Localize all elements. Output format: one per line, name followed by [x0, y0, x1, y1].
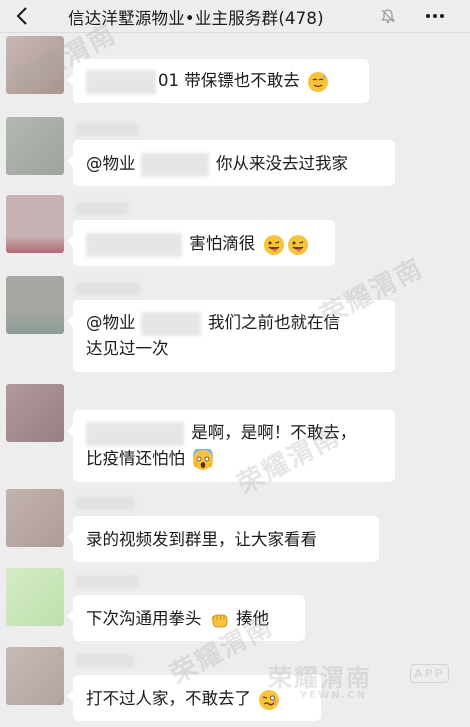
avatar[interactable]: [6, 117, 64, 175]
avatar[interactable]: [6, 276, 64, 334]
message-text: 你从来没去过我家: [216, 154, 348, 173]
message-text: 害怕滴很: [189, 234, 256, 253]
redacted-name: [86, 232, 182, 257]
redacted-name: [140, 152, 209, 177]
message-text: 我们之前也就在信: [208, 313, 340, 332]
avatar[interactable]: [6, 568, 64, 626]
wink-tongue-icon: [263, 234, 284, 255]
message-bubble[interactable]: 是啊，是啊！不敢去， 比疫情还怕怕: [67, 410, 395, 482]
message-bubble[interactable]: @物业 我们之前也就在信 达见过一次: [67, 300, 395, 372]
redacted-name: [86, 421, 184, 446]
sender-name: [76, 282, 140, 295]
wink-tongue-icon: [287, 234, 308, 255]
redacted-name: [140, 311, 201, 336]
mention-text: @物业: [86, 313, 136, 332]
back-arrow-icon[interactable]: [12, 5, 34, 27]
chat-header: 信达洋墅源物业•业主服务群(478): [0, 0, 470, 33]
avatar[interactable]: [6, 489, 64, 547]
sender-name: [76, 654, 134, 667]
message-bubble[interactable]: 01 带保镖也不敢去: [67, 59, 369, 103]
message-text: 录的视频发到群里，让大家看看: [86, 530, 317, 549]
mention-text: @物业: [86, 154, 136, 173]
sender-name: [76, 202, 128, 215]
message-text: 带保镖也不敢去: [184, 71, 300, 90]
message-text: 下次沟通用拳头: [86, 609, 202, 628]
sender-name: [76, 123, 138, 136]
redacted-name: [86, 69, 156, 94]
message-bubble[interactable]: 下次沟通用拳头 揍他: [67, 595, 305, 641]
screaming-face-icon: [193, 448, 214, 470]
avatar[interactable]: [6, 647, 64, 705]
message-bubble[interactable]: @物业 你从来没去过我家: [67, 140, 395, 186]
message-text: 打不过人家，不敢去了: [86, 689, 251, 708]
avatar[interactable]: [6, 195, 64, 253]
sender-name: [76, 575, 138, 588]
mute-bell-icon: [381, 9, 395, 24]
message-text: 01: [158, 71, 179, 90]
sender-name: [76, 497, 134, 510]
chat-title: 信达洋墅源物业•业主服务群(478): [68, 9, 324, 28]
woozy-face-icon: [259, 689, 280, 710]
avatar[interactable]: [6, 384, 64, 442]
message-bubble[interactable]: 打不过人家，不敢去了: [67, 675, 321, 721]
more-options-icon[interactable]: [423, 6, 447, 26]
fist-icon: [211, 614, 228, 627]
message-text: 揍他: [236, 609, 269, 628]
message-text: 达见过一次: [86, 339, 169, 358]
message-text: 是啊，是啊！不敢去，: [191, 423, 357, 442]
message-bubble[interactable]: 害怕滴很: [67, 220, 335, 266]
watermark-badge: APP: [410, 664, 449, 683]
message-text: 比疫情还怕怕: [86, 449, 185, 468]
sweat-smile-icon: [308, 71, 328, 92]
avatar[interactable]: [6, 36, 64, 94]
message-bubble[interactable]: 录的视频发到群里，让大家看看: [67, 516, 379, 562]
